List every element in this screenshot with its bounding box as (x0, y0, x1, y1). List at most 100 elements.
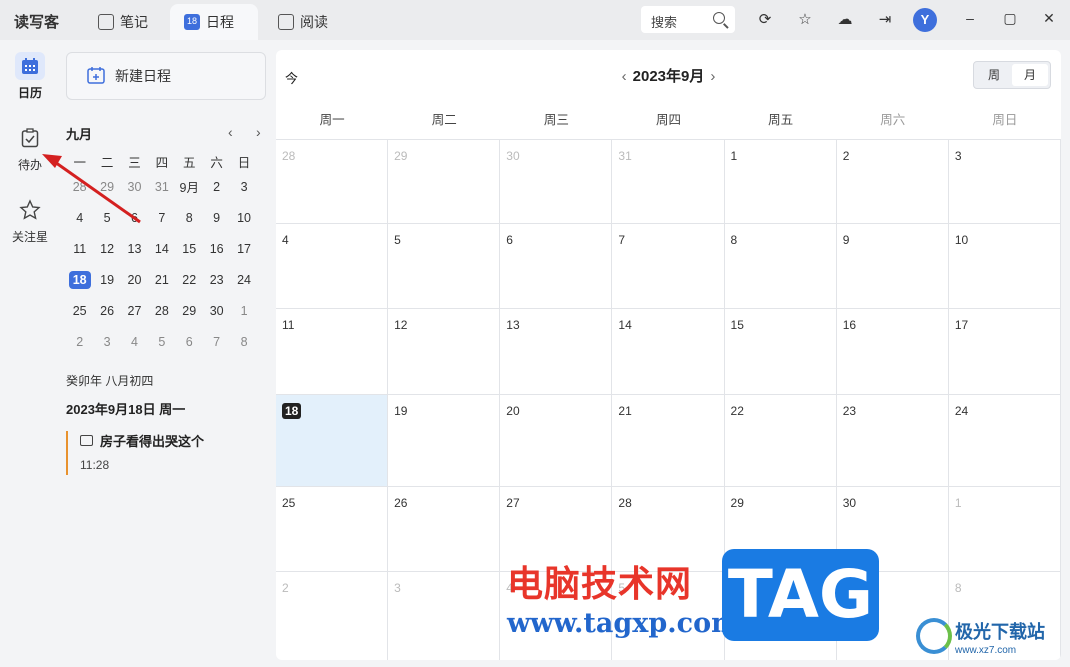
day-cell[interactable]: 30 (500, 140, 613, 224)
minimize-icon[interactable]: – (960, 10, 980, 26)
sync-icon[interactable]: ⟳ (756, 11, 774, 29)
day-cell[interactable]: 14 (612, 309, 725, 395)
day-cell[interactable]: 24 (948, 395, 1061, 487)
mini-day[interactable]: 29 (176, 295, 203, 326)
mini-day[interactable]: 30 (121, 171, 148, 202)
nav-calendar[interactable]: 日历 (4, 52, 56, 101)
day-cell[interactable]: 12 (388, 309, 501, 395)
mini-day[interactable]: 31 (148, 171, 175, 202)
mini-day[interactable]: 1 (230, 295, 257, 326)
mini-day[interactable]: 10 (230, 202, 257, 233)
mini-day[interactable]: 11 (66, 233, 93, 264)
day-cell[interactable]: 22 (724, 395, 837, 487)
day-cell[interactable]: 27 (500, 487, 613, 572)
mini-day[interactable]: 12 (93, 233, 120, 264)
mini-day[interactable]: 29 (93, 171, 120, 202)
nav-star[interactable]: 关注星 (4, 196, 56, 245)
tab-reading[interactable]: 阅读 (264, 4, 342, 40)
day-cell[interactable]: 7 (612, 224, 725, 309)
mini-day[interactable]: 3 (230, 171, 257, 202)
mini-day[interactable]: 5 (93, 202, 120, 233)
mini-day[interactable]: 9 (203, 202, 230, 233)
mini-next-button[interactable]: › (256, 124, 261, 140)
day-cell[interactable]: 25 (276, 487, 389, 572)
day-cell[interactable]: 19 (388, 395, 501, 487)
day-cell[interactable]: 1 (948, 487, 1061, 572)
tab-schedule[interactable]: 18 日程 (170, 4, 258, 40)
mini-day[interactable]: 23 (203, 264, 230, 295)
day-cell[interactable]: 5 (612, 572, 725, 660)
mini-day[interactable]: 24 (230, 264, 257, 295)
cloud-icon[interactable]: ☁ (836, 11, 854, 29)
mini-day[interactable]: 14 (148, 233, 175, 264)
day-cell[interactable]: 31 (612, 140, 725, 224)
day-cell[interactable]: 26 (388, 487, 501, 572)
day-cell[interactable]: 13 (500, 309, 613, 395)
day-cell[interactable]: 23 (836, 395, 949, 487)
mini-day[interactable]: 6 (121, 202, 148, 233)
avatar[interactable]: Y (913, 8, 937, 32)
day-cell[interactable]: 3 (388, 572, 501, 660)
maximize-icon[interactable]: ▢ (1000, 10, 1020, 27)
day-cell[interactable]: 8 (949, 572, 1061, 660)
mini-day[interactable]: 2 (203, 171, 230, 202)
mini-day[interactable]: 4 (66, 202, 93, 233)
mini-day[interactable]: 18 (66, 264, 93, 295)
day-cell[interactable]: 15 (724, 309, 837, 395)
mini-day[interactable]: 8 (230, 326, 257, 357)
day-cell[interactable]: 28 (612, 487, 725, 572)
day-cell[interactable]: 16 (836, 309, 949, 395)
week-view-button[interactable]: 周 (976, 64, 1012, 86)
mini-day[interactable]: 13 (121, 233, 148, 264)
day-cell[interactable]: 3 (948, 140, 1061, 224)
mini-day[interactable]: 17 (230, 233, 257, 264)
export-icon[interactable]: ⇥ (876, 11, 894, 29)
close-icon[interactable]: ✕ (1039, 10, 1059, 27)
day-cell-today[interactable]: 18 (276, 395, 389, 487)
new-schedule-button[interactable]: 新建日程 (66, 52, 266, 100)
day-cell[interactable]: 4 (276, 224, 389, 309)
day-cell[interactable]: 30 (836, 487, 949, 572)
mini-day[interactable]: 8 (176, 202, 203, 233)
mini-day[interactable]: 19 (93, 264, 120, 295)
mini-day[interactable]: 6 (176, 326, 203, 357)
mini-day[interactable]: 20 (121, 264, 148, 295)
mini-day[interactable]: 21 (148, 264, 175, 295)
day-cell[interactable]: 8 (724, 224, 837, 309)
tab-notes[interactable]: 笔记 (84, 4, 162, 40)
mini-day[interactable]: 16 (203, 233, 230, 264)
mini-day[interactable]: 26 (93, 295, 120, 326)
day-cell[interactable]: 11 (276, 309, 389, 395)
mini-day[interactable]: 7 (203, 326, 230, 357)
mini-day[interactable]: 28 (66, 171, 93, 202)
mini-day[interactable]: 7 (148, 202, 175, 233)
event-item[interactable]: 房子看得出哭这个 11:28 (66, 431, 266, 475)
day-cell[interactable]: 20 (500, 395, 613, 487)
day-cell[interactable]: 2 (276, 572, 389, 660)
favorite-icon[interactable]: ☆ (796, 11, 814, 29)
month-view-button[interactable]: 月 (1012, 64, 1048, 86)
day-cell[interactable]: 5 (388, 224, 501, 309)
day-cell[interactable]: 10 (948, 224, 1061, 309)
mini-day[interactable]: 27 (121, 295, 148, 326)
day-cell[interactable]: 29 (724, 487, 837, 572)
mini-day[interactable]: 2 (66, 326, 93, 357)
mini-day[interactable]: 15 (176, 233, 203, 264)
day-cell[interactable]: 4 (500, 572, 613, 660)
mini-prev-button[interactable]: ‹ (228, 124, 233, 140)
day-cell[interactable]: 9 (836, 224, 949, 309)
mini-day[interactable]: 9月 (176, 171, 203, 202)
mini-day[interactable]: 5 (148, 326, 175, 357)
nav-todo[interactable]: 待办 (4, 124, 56, 173)
day-cell[interactable]: 6 (725, 572, 837, 660)
mini-day[interactable]: 25 (66, 295, 93, 326)
day-cell[interactable]: 7 (837, 572, 949, 660)
day-cell[interactable]: 17 (948, 309, 1061, 395)
mini-day[interactable]: 22 (176, 264, 203, 295)
mini-day[interactable]: 28 (148, 295, 175, 326)
day-cell[interactable]: 2 (836, 140, 949, 224)
prev-month-button[interactable]: ‹ (622, 68, 627, 85)
search-box[interactable]: 搜索 (641, 6, 735, 33)
mini-day[interactable]: 4 (121, 326, 148, 357)
day-cell[interactable]: 21 (612, 395, 725, 487)
